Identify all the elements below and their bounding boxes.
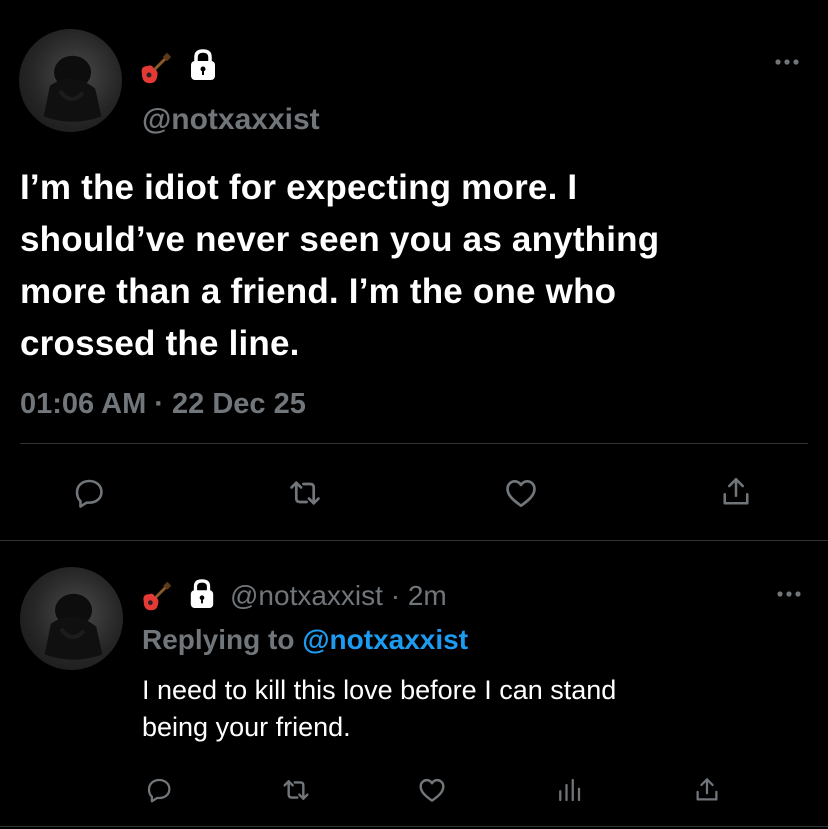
- divider: [20, 443, 808, 444]
- tweet-text: I’m the idiot for expecting more. I shou…: [20, 162, 659, 370]
- retweet-icon[interactable]: [276, 772, 316, 808]
- meta-separator: ·: [390, 580, 401, 611]
- retweet-icon[interactable]: [280, 472, 330, 514]
- replying-to-link[interactable]: @notxaxxist: [302, 624, 468, 655]
- tweet-text-line: should’ve never seen you as anything: [20, 220, 660, 259]
- timestamp[interactable]: 01:06 AM · 22 Dec 25: [20, 386, 306, 422]
- divider: [0, 826, 828, 827]
- avatar[interactable]: [19, 29, 122, 132]
- lock-emoji: [188, 48, 218, 82]
- guitar-emoji: [140, 581, 172, 613]
- share-icon[interactable]: [714, 470, 758, 514]
- share-icon[interactable]: [690, 772, 724, 808]
- guitar-emoji: [138, 52, 172, 86]
- lock-emoji: [188, 578, 218, 612]
- avatar[interactable]: [20, 567, 123, 670]
- reply-meta: @notxaxxist · 2m: [230, 578, 447, 614]
- reply-handle[interactable]: @notxaxxist: [230, 580, 383, 611]
- more-options-icon[interactable]: [772, 584, 806, 604]
- reply-text: I need to kill this love before I can st…: [142, 672, 616, 746]
- tweet-text-line: I’m the idiot for expecting more. I: [20, 168, 578, 207]
- reply-text-line: being your friend.: [142, 712, 351, 742]
- reply-icon[interactable]: [142, 773, 176, 807]
- handle[interactable]: @notxaxxist: [142, 101, 320, 139]
- tweet-text-line: more than a friend. I’m the one who: [20, 272, 617, 311]
- reply-text-line: I need to kill this love before I can st…: [142, 675, 617, 705]
- analytics-icon[interactable]: [552, 772, 586, 808]
- replying-to: Replying to @notxaxxist: [142, 622, 468, 658]
- tweet-text-line: crossed the line.: [20, 324, 300, 363]
- like-icon[interactable]: [498, 472, 544, 514]
- reply-icon[interactable]: [68, 472, 110, 514]
- replying-prefix: Replying to: [142, 624, 295, 655]
- like-icon[interactable]: [414, 772, 450, 808]
- more-options-icon[interactable]: [770, 52, 804, 72]
- reply-time[interactable]: 2m: [408, 580, 447, 611]
- divider: [0, 540, 828, 541]
